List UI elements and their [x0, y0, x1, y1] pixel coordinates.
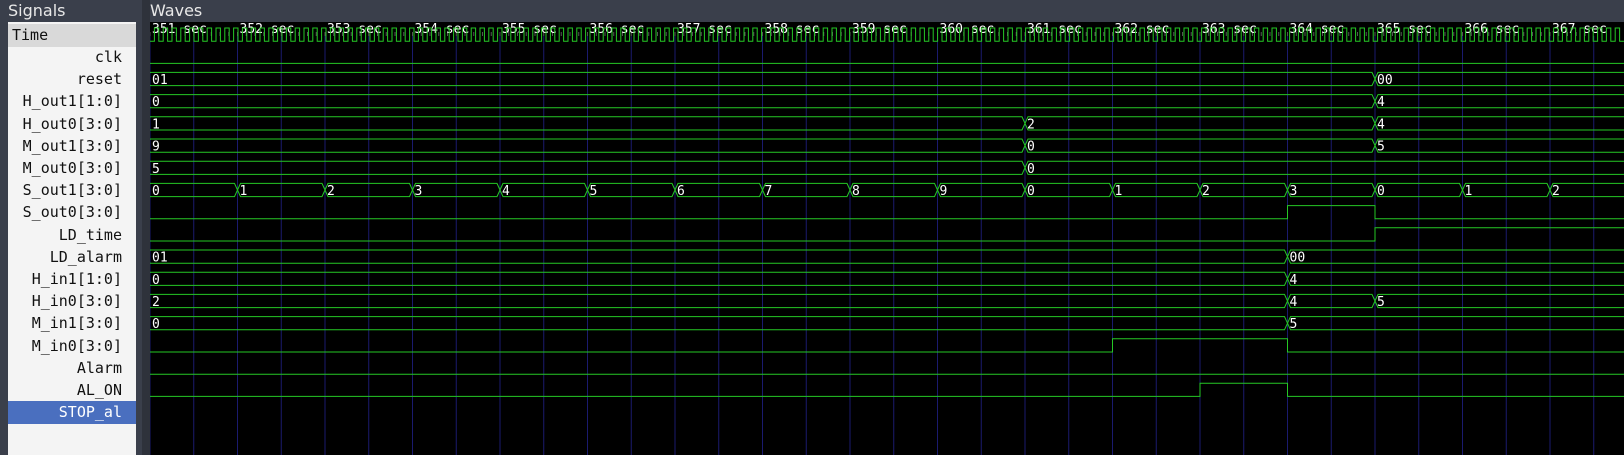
- panel-splitter[interactable]: [142, 0, 150, 455]
- signal-name-m-in1-3-0[interactable]: M_in1[3:0]: [8, 312, 136, 335]
- signal-name-al-on[interactable]: AL_ON: [8, 379, 136, 402]
- time-tick-label: 359 sec: [852, 22, 907, 37]
- signal-name-h-out1-1-0[interactable]: H_out1[1:0]: [8, 90, 136, 113]
- signal-name-reset[interactable]: reset: [8, 68, 136, 91]
- bus-value: 5: [1290, 317, 1298, 332]
- waveform-canvas[interactable]: 351 sec 352 sec 353 sec 354 sec 355 sec 356 s…: [150, 22, 1624, 455]
- signal-name-clk[interactable]: clk: [8, 46, 136, 69]
- bus-value: 0: [152, 95, 160, 110]
- signal-name-s-out0-3-0[interactable]: S_out0[3:0]: [8, 201, 136, 224]
- wave-ld_alarm: [150, 227, 1624, 242]
- bus-value: 0: [1377, 184, 1385, 199]
- signal-list[interactable]: Time clk reset H_out1[1:0] H_out0[3:0] M_out…: [8, 22, 136, 455]
- bus-segment: [1286, 316, 1624, 331]
- time-tick-label: 355 sec: [502, 22, 557, 37]
- bus-value: 0: [152, 184, 160, 199]
- bus-value: 1: [152, 117, 160, 132]
- bus-value: 01: [152, 73, 168, 88]
- signal-name-stop-al[interactable]: STOP_al: [8, 401, 136, 425]
- bus-value: 01: [152, 251, 168, 266]
- bus-value: 3: [415, 184, 423, 199]
- bus-value: 1: [1465, 184, 1473, 199]
- signal-name-m-in0-3-0[interactable]: M_in0[3:0]: [8, 335, 136, 358]
- bus-segment: [1374, 94, 1624, 109]
- bus-value: 0: [1027, 162, 1035, 177]
- signal-name-s-out1-3-0[interactable]: S_out1[3:0]: [8, 179, 136, 202]
- bus-segment: [1024, 160, 1624, 175]
- bus-value: 2: [1552, 184, 1560, 199]
- bus-value: 1: [240, 184, 248, 199]
- waves-panel[interactable]: 351 sec 352 sec 353 sec 354 sec 355 sec 356 s…: [150, 22, 1624, 455]
- wave-ld_time: [150, 205, 1624, 220]
- bus-segment: [1549, 182, 1624, 198]
- bus-value: 4: [1377, 117, 1385, 132]
- time-tick-label: 358 sec: [765, 22, 820, 37]
- bus-segment: [1286, 271, 1624, 286]
- bus-segment: [1374, 116, 1624, 131]
- bus-value: 4: [1290, 273, 1298, 288]
- bus-value: 5: [1377, 140, 1385, 155]
- bus-value: 1: [1115, 184, 1123, 199]
- signal-name-alarm[interactable]: Alarm: [8, 357, 136, 380]
- bus-value: 5: [1377, 295, 1385, 310]
- bus-value: 4: [1377, 95, 1385, 110]
- bus-value: 2: [1027, 117, 1035, 132]
- waves-panel-title: Waves: [150, 1, 203, 20]
- time-tick-label: 367 sec: [1552, 22, 1607, 37]
- bus-value: 2: [327, 184, 335, 199]
- bus-segment: [1374, 138, 1624, 153]
- signal-name-m-out0-3-0[interactable]: M_out0[3:0]: [8, 157, 136, 180]
- bus-value: 00: [1377, 73, 1393, 88]
- bus-value: 4: [1290, 295, 1298, 310]
- bus-value: 0: [152, 273, 160, 288]
- bus-value: 00: [1290, 251, 1306, 266]
- bus-value: 7: [765, 184, 773, 199]
- bus-value: 5: [590, 184, 598, 199]
- signals-panel-title: Signals: [8, 1, 66, 20]
- bus-value: 5: [152, 162, 160, 177]
- bus-value: 9: [152, 140, 160, 155]
- bus-value: 0: [1027, 184, 1035, 199]
- bus-value: 4: [502, 184, 510, 199]
- bus-value: 6: [677, 184, 685, 199]
- bus-value: 0: [152, 317, 160, 332]
- signal-name-h-in0-3-0[interactable]: H_in0[3:0]: [8, 290, 136, 313]
- signal-name-h-out0-3-0[interactable]: H_out0[3:0]: [8, 113, 136, 136]
- bus-value: 2: [1202, 184, 1210, 199]
- bus-segment: [1374, 293, 1624, 309]
- bus-value: 3: [1290, 184, 1298, 199]
- bus-value: 9: [940, 184, 948, 199]
- signal-name-h-in1-1-0[interactable]: H_in1[1:0]: [8, 268, 136, 291]
- bus-value: 8: [852, 184, 860, 199]
- signal-name-m-out1-3-0[interactable]: M_out1[3:0]: [8, 135, 136, 158]
- signal-name-ld-alarm[interactable]: LD_alarm: [8, 246, 136, 269]
- bus-value: 2: [152, 295, 160, 310]
- time-tick-label: 364 sec: [1290, 22, 1345, 37]
- signals-panel: Time clk reset H_out1[1:0] H_out0[3:0] M_out…: [0, 22, 142, 455]
- wave-stop_al: [150, 382, 1624, 397]
- bus-segment: [1374, 71, 1624, 87]
- bus-value: 0: [1027, 140, 1035, 155]
- signal-name-ld-time[interactable]: LD_time: [8, 224, 136, 247]
- time-header[interactable]: Time: [8, 24, 136, 47]
- bus-segment: [1286, 249, 1624, 264]
- wave-alarm: [150, 338, 1624, 353]
